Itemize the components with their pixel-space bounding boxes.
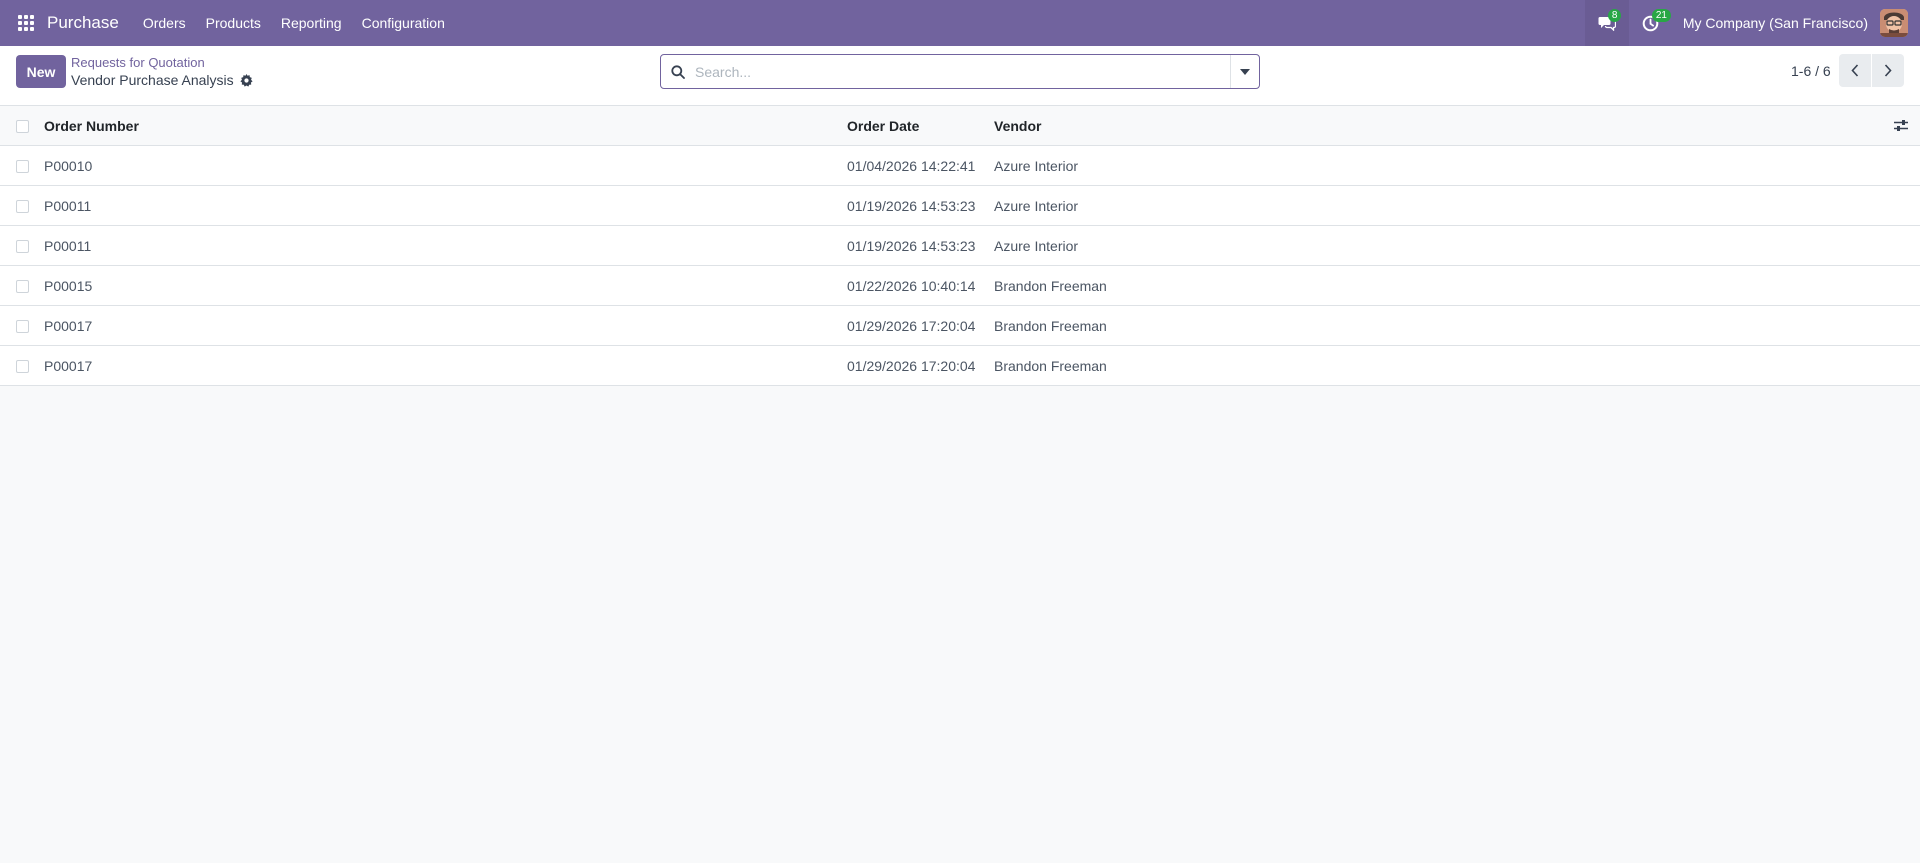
table-row[interactable]: P00015 01/22/2026 10:40:14 Brandon Freem… <box>0 266 1920 306</box>
table-row[interactable]: P00017 01/29/2026 17:20:04 Brandon Freem… <box>0 346 1920 386</box>
company-switcher[interactable]: My Company (San Francisco) <box>1673 15 1878 31</box>
table-row[interactable]: P00011 01/19/2026 14:53:23 Azure Interio… <box>0 226 1920 266</box>
order-date-cell: 01/29/2026 17:20:04 <box>847 358 976 374</box>
table-row[interactable]: P00017 01/29/2026 17:20:04 Brandon Freem… <box>0 306 1920 346</box>
select-all-checkbox[interactable] <box>16 120 29 133</box>
activities-badge: 21 <box>1651 9 1671 22</box>
vendor-cell: Brandon Freeman <box>994 278 1107 294</box>
order-number-cell: P00015 <box>44 278 93 294</box>
order-date-cell: 01/29/2026 17:20:04 <box>847 318 976 334</box>
messages-button[interactable]: 8 <box>1584 0 1629 46</box>
top-navbar: Purchase Orders Products Reporting Confi… <box>0 0 1920 46</box>
row-checkbox[interactable] <box>16 240 29 253</box>
column-header-order-date[interactable]: Order Date <box>847 106 919 146</box>
user-avatar[interactable] <box>1880 9 1908 37</box>
optional-columns-toggle[interactable] <box>1894 119 1908 135</box>
page-title: Vendor Purchase Analysis <box>71 72 234 88</box>
table-header: Order Number Order Date Vendor <box>0 106 1920 146</box>
sliders-icon <box>1894 120 1908 131</box>
vendor-cell: Brandon Freeman <box>994 318 1107 334</box>
caret-down-icon <box>1240 68 1250 75</box>
vendor-cell: Brandon Freeman <box>994 358 1107 374</box>
order-number-cell: P00017 <box>44 358 93 374</box>
control-panel: New Requests for Quotation Vendor Purcha… <box>0 46 1920 106</box>
vendor-cell: Azure Interior <box>994 238 1079 254</box>
table-row[interactable]: P00011 01/19/2026 14:53:23 Azure Interio… <box>0 186 1920 226</box>
row-checkbox[interactable] <box>16 200 29 213</box>
order-number-cell: P00010 <box>44 158 93 174</box>
row-checkbox[interactable] <box>16 160 29 173</box>
activities-button[interactable]: 21 <box>1629 0 1673 46</box>
avatar-image <box>1880 9 1908 37</box>
order-number-cell: P00017 <box>44 318 93 334</box>
menu-products[interactable]: Products <box>196 0 271 46</box>
menu-reporting[interactable]: Reporting <box>271 0 352 46</box>
column-header-order-number[interactable]: Order Number <box>44 106 139 146</box>
vendor-cell: Azure Interior <box>994 198 1079 214</box>
menu-configuration[interactable]: Configuration <box>352 0 455 46</box>
apps-grid-icon <box>18 15 34 31</box>
order-date-cell: 01/04/2026 14:22:41 <box>847 158 976 174</box>
search-icon <box>661 64 695 79</box>
row-checkbox[interactable] <box>16 360 29 373</box>
menu-orders[interactable]: Orders <box>133 0 196 46</box>
order-date-cell: 01/19/2026 14:53:23 <box>847 238 976 254</box>
breadcrumb-requests-for-quotation[interactable]: Requests for Quotation <box>71 55 205 70</box>
messages-badge: 8 <box>1607 9 1622 22</box>
list-view: Order Number Order Date Vendor P00010 01… <box>0 106 1920 386</box>
new-button[interactable]: New <box>16 55 66 88</box>
order-date-cell: 01/22/2026 10:40:14 <box>847 278 976 294</box>
pager-value[interactable]: 1-6 / 6 <box>1791 63 1831 79</box>
app-menu-button[interactable] <box>0 0 52 46</box>
pager-previous-button[interactable] <box>1839 54 1871 87</box>
vendor-cell: Azure Interior <box>994 158 1079 174</box>
app-brand[interactable]: Purchase <box>47 13 119 33</box>
order-date-cell: 01/19/2026 14:53:23 <box>847 198 976 214</box>
table-row[interactable]: P00010 01/04/2026 14:22:41 Azure Interio… <box>0 146 1920 186</box>
column-header-vendor[interactable]: Vendor <box>994 106 1041 146</box>
row-checkbox[interactable] <box>16 320 29 333</box>
chevron-left-icon <box>1851 64 1859 77</box>
breadcrumb-current: Vendor Purchase Analysis <box>71 72 253 88</box>
search-options-toggle[interactable] <box>1230 55 1259 88</box>
row-checkbox[interactable] <box>16 280 29 293</box>
search-bar <box>660 54 1260 89</box>
chevron-right-icon <box>1884 64 1892 77</box>
order-number-cell: P00011 <box>44 198 92 214</box>
order-number-cell: P00011 <box>44 238 92 254</box>
gear-icon[interactable] <box>240 73 253 87</box>
pager-next-button[interactable] <box>1872 54 1904 87</box>
search-input[interactable] <box>695 55 1230 88</box>
